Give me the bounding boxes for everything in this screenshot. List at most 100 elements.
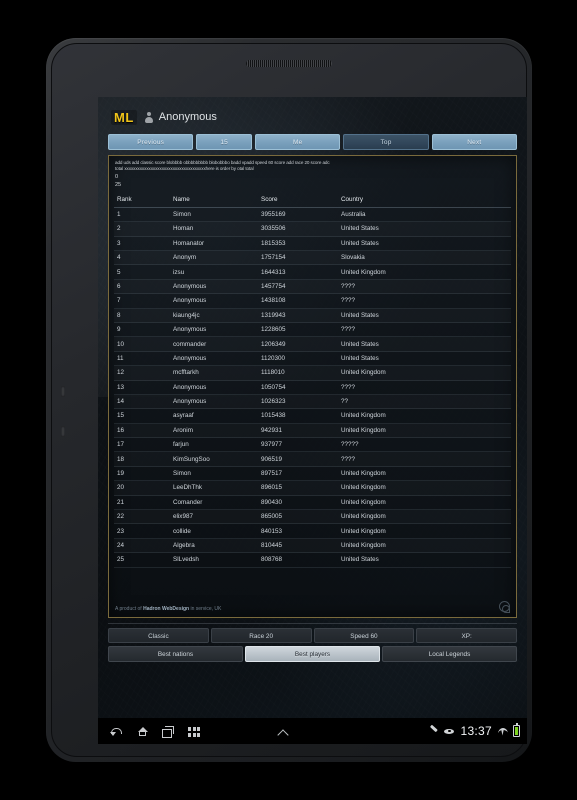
cell-country: ???? [341, 383, 356, 391]
cell-name: commander [173, 340, 207, 348]
clock-label: 13:37 [460, 724, 492, 738]
leaderboard-panel: add uds add classic score blobbbb obbbbb… [108, 155, 517, 618]
cell-score: 3955169 [261, 211, 286, 218]
cell-score: 1015438 [261, 412, 286, 420]
cell-name: Simon [173, 211, 191, 218]
table-row[interactable]: 17 farjun 937977????? [114, 438, 511, 453]
side-button-volume-down[interactable] [61, 426, 65, 437]
nav-button-me[interactable]: Me [255, 134, 341, 150]
user-avatar-icon [145, 111, 154, 123]
cell-name: farjun [173, 441, 189, 449]
cell-country: United States [341, 311, 379, 319]
chevron-up-icon[interactable] [278, 725, 291, 738]
cell-country: United Kingdom [341, 369, 386, 377]
cell-rank: 12 [117, 369, 125, 377]
current-user[interactable]: Anonymous [145, 111, 217, 123]
filter-button-speed-60[interactable]: Speed 60 [313, 628, 415, 643]
cell-country: United Kingdom [341, 484, 386, 492]
cell-rank: 25 [117, 556, 125, 564]
cell-country: United Kingdom [341, 498, 386, 506]
table-row[interactable]: 25 SlLvedsh 808768 United States [114, 553, 511, 568]
filter-button-classic[interactable]: Classic [108, 628, 209, 643]
credit-prefix: A product of [115, 606, 144, 612]
app-header: ML Anonymous [108, 106, 517, 128]
tablet-device: ML Anonymous Previous 15 Me Top Next add… [46, 38, 532, 762]
nav-button-previous[interactable]: Previous [108, 134, 194, 150]
cell-score: 1457754 [261, 282, 286, 290]
table-row[interactable]: 1 Simon 3955169 Australia [114, 208, 511, 223]
scope-button-local-legends[interactable]: Local Legends [382, 646, 517, 662]
nav-button-next[interactable]: Next [431, 134, 517, 150]
filter-button-race-20[interactable]: Race 20 [210, 628, 312, 643]
cell-rank: 21 [117, 498, 125, 506]
cell-score: 840153 [261, 527, 283, 535]
cell-rank: 11 [117, 354, 124, 362]
cell-country: ?? [341, 398, 349, 406]
credit-suffix: in service, UK [189, 606, 222, 612]
cell-score: 808768 [261, 556, 283, 564]
scope-button-best-players[interactable]: Best players [245, 646, 380, 662]
cell-rank: 14 [117, 398, 125, 406]
cell-rank: 10 [117, 340, 125, 348]
table-row[interactable]: 13 Anonymous 1050754???? [114, 381, 511, 395]
table-row[interactable]: 4 Anonym 1757154 Slovakia [114, 251, 511, 266]
nav-button-top[interactable]: Top [343, 134, 429, 150]
cell-country: United Kingdom [341, 426, 386, 434]
side-button-volume-up[interactable] [61, 386, 65, 397]
credit-brand[interactable]: Hadron WebDesign [143, 606, 189, 612]
table-row[interactable]: 12 mcfftarkh 1118010 United Kingdom [114, 366, 511, 381]
system-bar-center [200, 725, 429, 738]
leaderboard-scope-row: Best nations Best players Local Legends [108, 646, 517, 662]
table-body: 1 Simon 3955169 Australia 2 Homan 3035506 Unite… [114, 208, 511, 568]
cell-score: 937977 [261, 441, 283, 449]
cell-rank: 2 [117, 225, 121, 233]
table-row[interactable]: 8 kiaung4jc 1319943 United States [114, 309, 511, 323]
table-row[interactable]: 9 Anonymous 1228605???? [114, 323, 511, 338]
table-header-row: Rank Name Score Country [114, 193, 511, 208]
table-row[interactable]: 18 KimSungSoo 906519???? [114, 452, 511, 467]
back-icon[interactable] [110, 725, 123, 738]
nav-button-15[interactable]: 15 [196, 134, 253, 150]
table-row[interactable]: 23 collide 840153 United Kingdom [114, 524, 511, 539]
table-row[interactable]: 21 Comander 890430 United Kingdom [114, 496, 511, 511]
table-row[interactable]: 5 izsu 1644313 United Kingdom [114, 265, 511, 280]
scope-button-best-nations[interactable]: Best nations [108, 646, 243, 662]
eye-icon [444, 727, 455, 736]
table-row[interactable]: 24 Algebra 810445 United Kingdom [114, 539, 511, 554]
recents-icon[interactable] [162, 725, 175, 738]
cell-rank: 17 [117, 441, 125, 449]
table-row[interactable]: 14 Anonymous 1026323?? [114, 395, 511, 410]
table-row[interactable]: 22 elix987 865005 United Kingdom [114, 510, 511, 525]
table-row[interactable]: 7 Anonymous 1438108???? [114, 294, 511, 309]
home-icon[interactable] [136, 725, 149, 738]
pen-icon [429, 726, 439, 736]
cell-country: ???? [341, 282, 356, 290]
table-row[interactable]: 11 Anonymous 1120300 United States [114, 352, 511, 367]
credit-text: A product of Hadron WebDesign in service… [115, 606, 221, 612]
filter-button-xp[interactable]: XP: [416, 628, 517, 643]
table-row[interactable]: 19 Simon 897517 United Kingdom [114, 467, 511, 482]
cell-rank: 18 [117, 455, 125, 463]
cell-rank: 20 [117, 484, 125, 492]
cell-country: United Kingdom [341, 513, 386, 521]
table-row[interactable]: 10 commander 1206349 United States [114, 337, 511, 352]
table-row[interactable]: 15 asyraaf 1015438 United Kingdom [114, 409, 511, 424]
cell-name: Homanator [173, 239, 205, 247]
cell-score: 1026323 [261, 398, 286, 406]
console-line-4: 25 [115, 181, 122, 188]
cell-name: izsu [173, 268, 185, 276]
table-row[interactable]: 20 LeeDhThk 896015 United Kingdom [114, 481, 511, 496]
table-row[interactable]: 3 Homanator 1815353 United States [114, 237, 511, 251]
cell-name: kiaung4jc [173, 311, 200, 319]
android-system-bar: 13:37 [98, 718, 527, 744]
cell-score: 1757154 [261, 254, 286, 262]
apps-grid-icon[interactable] [188, 725, 200, 737]
cell-country: United States [341, 340, 379, 348]
cell-score: 810445 [261, 541, 283, 549]
table-row[interactable]: 16 Aronim 942931 United Kingdom [114, 424, 511, 439]
cell-name: asyraaf [173, 412, 194, 420]
table-row[interactable]: 2 Homan 3035506 United States [114, 222, 511, 237]
system-status-icons[interactable]: 13:37 [429, 723, 520, 738]
table-row[interactable]: 6 Anonymous 1457754???? [114, 280, 511, 295]
cell-country: United States [341, 239, 379, 247]
